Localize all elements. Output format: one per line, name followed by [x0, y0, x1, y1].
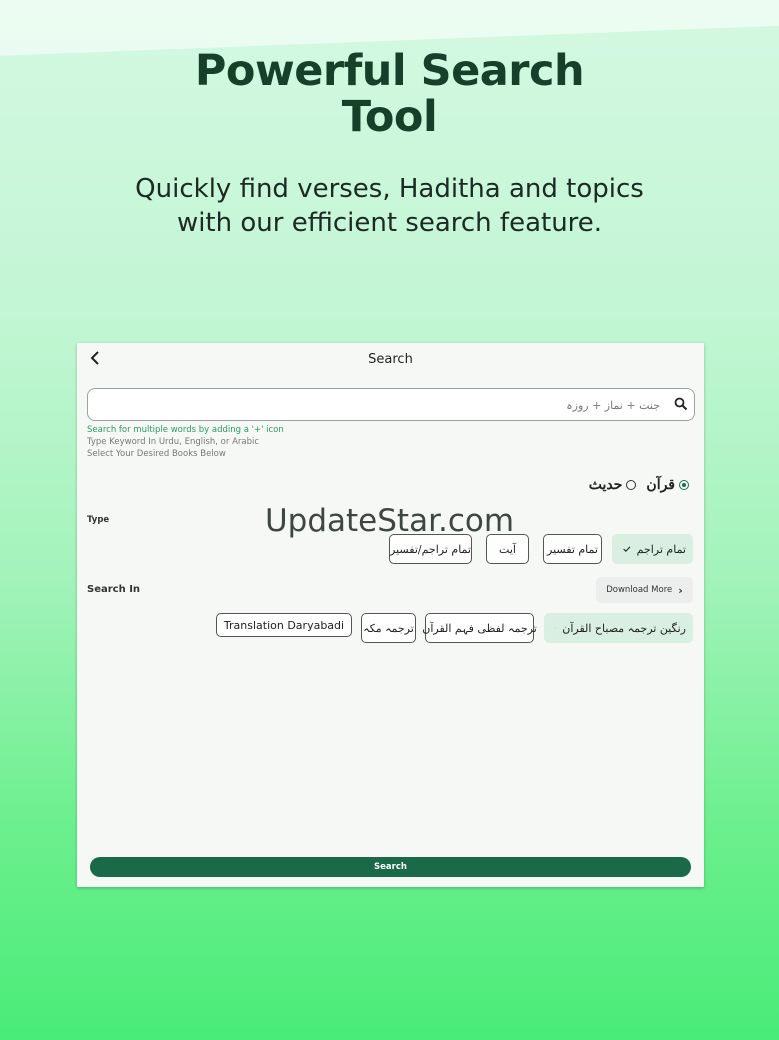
- radio-hadith[interactable]: حدیث: [589, 477, 637, 493]
- search-icon: [674, 397, 688, 411]
- book-chip-label: رنگین ترجمہ مصباح القرآن: [562, 621, 686, 635]
- search-in-section-label: Search In: [87, 584, 141, 595]
- book-chip-label: ترجمہ لفظی فہم القرآن: [422, 621, 537, 635]
- book-chip-label: Translation Daryabadi: [223, 618, 345, 632]
- search-input[interactable]: [98, 393, 662, 417]
- search-field[interactable]: [87, 388, 695, 421]
- headline: Powerful Search Tool: [0, 48, 779, 140]
- type-chip-label: تمام تفسیر: [547, 542, 598, 556]
- radio-unselected-indicator: [626, 480, 637, 490]
- subheadline-line-2: with our efficient search feature.: [176, 208, 603, 238]
- search-button[interactable]: Search: [90, 857, 691, 877]
- book-chip-fahm-ul-quran[interactable]: ترجمہ لفظی فہم القرآن: [422, 613, 537, 643]
- book-chip-label: ترجمہ مکہ: [363, 621, 414, 635]
- radio-selected-indicator: [679, 480, 689, 490]
- radio-hadith-label: حدیث: [588, 477, 623, 493]
- chevron-right-icon: ›: [678, 583, 683, 597]
- radio-quran-label: قرآن: [646, 477, 675, 493]
- subheadline-line-1: Quickly find verses, Haditha and topics: [135, 174, 644, 204]
- search-screen: Search Search for multiple words by addi…: [77, 343, 704, 887]
- checkmark-icon: [623, 546, 631, 553]
- screen-title: Search: [368, 352, 413, 367]
- book-chip-translation-daryabadi[interactable]: Translation Daryabadi: [216, 613, 352, 637]
- source-radio-group: قرآن حدیث: [579, 477, 689, 493]
- type-chip-label: آیت: [499, 542, 516, 556]
- headline-line-1: Powerful Search: [194, 46, 585, 96]
- subheadline: Quickly find verses, Haditha and topics …: [0, 172, 779, 240]
- hint-select-books: Select Your Desired Books Below: [87, 449, 226, 459]
- hint-languages: Type Keyword In Urdu, English, or Arabic: [87, 437, 260, 447]
- checkmark-icon: [555, 627, 557, 629]
- type-chip-label: تمام تراجم/تفسیر: [390, 542, 471, 556]
- watermark: UpdateStar.com: [264, 503, 515, 539]
- book-chip-tarjuma-makkah[interactable]: ترجمہ مکہ: [361, 613, 416, 643]
- download-more-button[interactable]: Download More ›: [596, 577, 693, 603]
- radio-quran[interactable]: قرآن: [646, 477, 689, 493]
- type-chip-label: تمام تراجم: [636, 542, 686, 556]
- download-more-label: Download More: [606, 585, 673, 595]
- hint-multiple-words: Search for multiple words by adding a '+…: [87, 425, 284, 435]
- headline-line-2: Tool: [341, 92, 438, 142]
- book-chip-misbah-ul-quran[interactable]: رنگین ترجمہ مصباح القرآن: [544, 613, 693, 643]
